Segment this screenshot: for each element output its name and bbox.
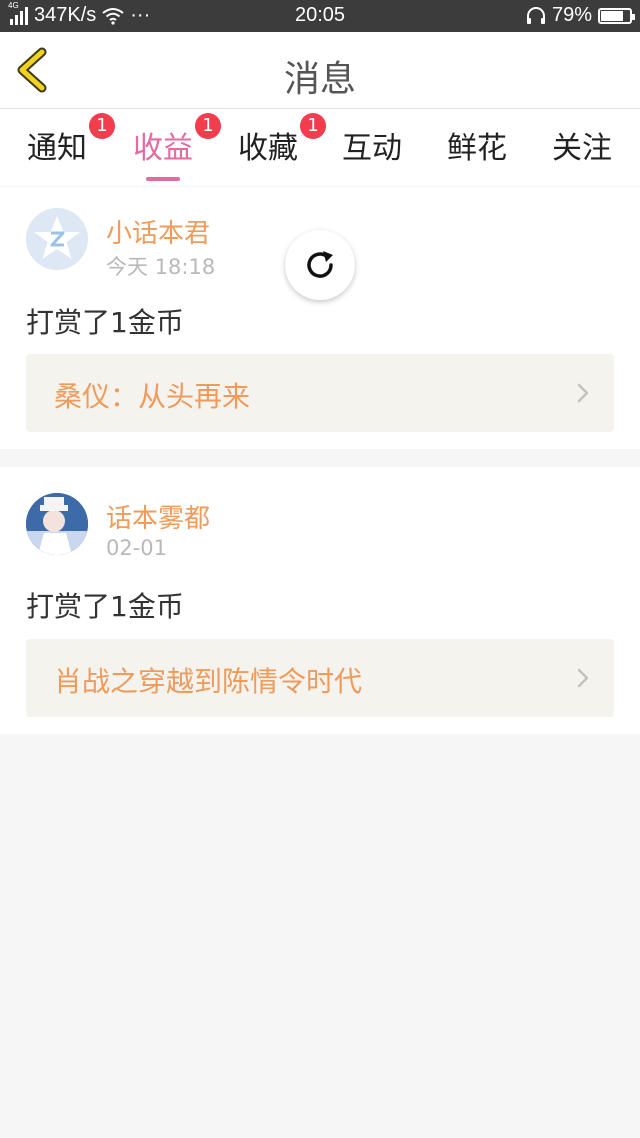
- chevron-right-icon: [577, 668, 589, 688]
- message-text: 打赏了1金币: [26, 590, 184, 623]
- tab-notifications[interactable]: 通知 1: [27, 113, 115, 167]
- header: 消息: [0, 32, 640, 109]
- avatar[interactable]: [26, 208, 88, 270]
- book-link[interactable]: 桑仪：从头再来: [26, 354, 614, 432]
- message-card: 话本雾都 02-01 打赏了1金币 肖战之穿越到陈情令时代: [0, 467, 640, 734]
- headphones-icon: [526, 6, 545, 24]
- avatar[interactable]: [26, 493, 88, 555]
- tab-label: 通知: [27, 131, 87, 166]
- active-tab-indicator: [146, 177, 180, 181]
- book-link[interactable]: 肖战之穿越到陈情令时代: [26, 639, 614, 717]
- battery-icon: [598, 7, 635, 24]
- battery-percent: 79%: [551, 4, 592, 26]
- book-title: 桑仪：从头再来: [54, 380, 251, 413]
- star-logo-icon: [34, 216, 80, 259]
- tab-favorites[interactable]: 收藏 1: [238, 113, 326, 167]
- tab-label: 收益: [133, 131, 193, 166]
- status-right: 79%: [526, 4, 635, 27]
- unread-badge: 1: [89, 113, 115, 139]
- tab-flowers[interactable]: 鲜花: [447, 123, 507, 167]
- tab-label: 互动: [342, 131, 402, 166]
- tab-following[interactable]: 关注: [552, 123, 612, 167]
- refresh-icon: [307, 251, 333, 278]
- username[interactable]: 话本雾都: [106, 498, 210, 535]
- tab-earnings[interactable]: 收益 1: [133, 113, 221, 181]
- tab-label: 收藏: [238, 131, 298, 166]
- page-title: 消息: [283, 59, 356, 100]
- refresh-button[interactable]: [285, 230, 355, 300]
- timestamp: 今天 18:18: [106, 255, 216, 279]
- tab-label: 关注: [552, 131, 612, 166]
- message-card: 小话本君 今天 18:18 打赏了1金币 桑仪：从头再来: [0, 187, 640, 449]
- message-text: 打赏了1金币: [26, 306, 184, 339]
- user-photo-icon: [26, 493, 88, 555]
- tab-interactions[interactable]: 互动: [342, 123, 402, 167]
- book-title: 肖战之穿越到陈情令时代: [54, 665, 363, 698]
- unread-badge: 1: [195, 113, 221, 139]
- chevron-right-icon: [577, 383, 589, 403]
- timestamp: 02-01: [106, 536, 168, 560]
- unread-badge: 1: [300, 113, 326, 139]
- status-bar: 4G 347K/s ··· 20:05 79%: [0, 0, 640, 32]
- username[interactable]: 小话本君: [106, 213, 210, 250]
- tab-bar: 通知 1 收益 1 收藏 1 互动 鲜花 关注: [0, 109, 640, 186]
- tab-label: 鲜花: [447, 131, 507, 166]
